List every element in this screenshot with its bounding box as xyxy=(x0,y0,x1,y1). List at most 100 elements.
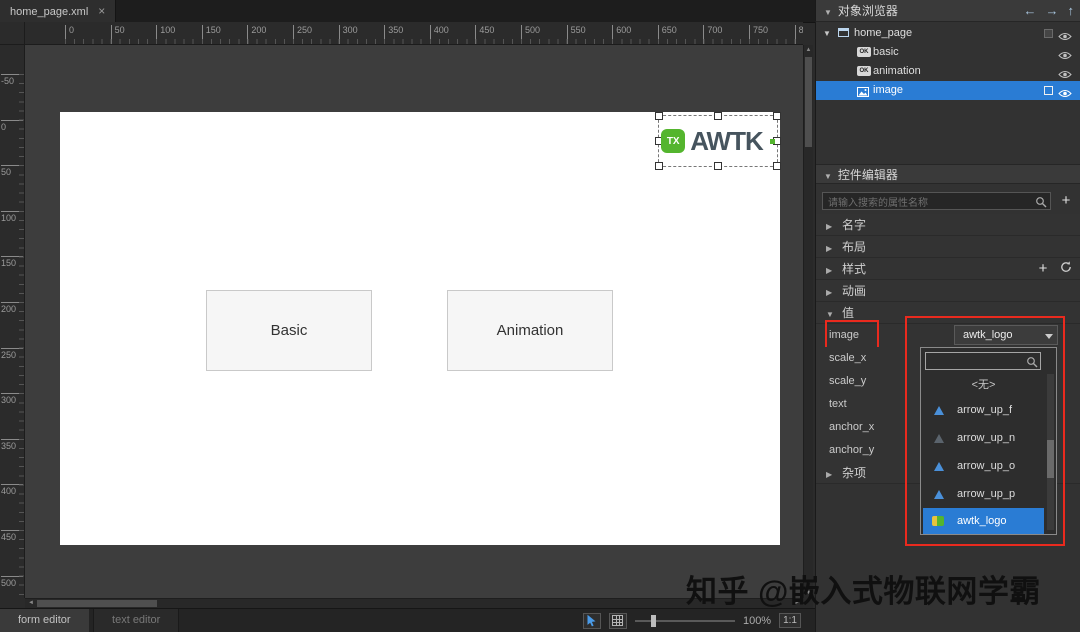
tree-item-basic[interactable]: basic xyxy=(816,43,1080,62)
ruler-tick: 450 xyxy=(475,25,494,45)
property-name-anchor-x: anchor_x xyxy=(829,416,875,439)
ruler-tick: 600 xyxy=(612,25,631,45)
ruler-tick: 450 xyxy=(1,530,23,542)
back-arrow-icon[interactable]: ← xyxy=(1024,0,1037,22)
tab-form-editor[interactable]: form editor xyxy=(0,609,89,632)
ruler-vertical: -50050100150200250300350400450500 xyxy=(0,45,25,598)
section-label: 动画 xyxy=(842,284,866,298)
property-name-anchor-y: anchor_y xyxy=(829,439,875,462)
option-arrow-up-o[interactable]: arrow_up_o xyxy=(923,452,1044,480)
dropdown-search-input[interactable] xyxy=(926,356,1040,372)
zoom-slider[interactable] xyxy=(635,620,735,622)
zoom-level-label: 100% xyxy=(743,615,771,627)
tree-item-animation[interactable]: animation xyxy=(816,62,1080,81)
pointer-tool-button[interactable] xyxy=(583,613,601,629)
property-search-input[interactable] xyxy=(823,196,1050,212)
canvas-vertical-scrollbar[interactable]: ▲ ▼ xyxy=(803,45,813,598)
option-label: <无> xyxy=(972,379,996,391)
tree-item-label: basic xyxy=(873,43,899,62)
refresh-icon[interactable] xyxy=(1060,258,1072,280)
option-arrow-up-f[interactable]: arrow_up_f xyxy=(923,396,1044,424)
image-value-dropdown[interactable]: awtk_logo xyxy=(954,325,1058,345)
ruler-tick: 300 xyxy=(1,393,23,405)
design-page[interactable]: Basic Animation TX AWTK xyxy=(60,112,780,545)
ruler-tick: 250 xyxy=(293,25,312,45)
animation-button[interactable]: Animation xyxy=(447,290,613,371)
expand-arrow-icon[interactable]: ▼ xyxy=(823,24,831,43)
grid-toggle-button[interactable] xyxy=(609,613,627,629)
ruler-tick: 200 xyxy=(1,302,23,314)
section-label: 名字 xyxy=(842,218,866,232)
tab-home-page-xml[interactable]: home_page.xml× xyxy=(0,0,116,22)
chevron-right-icon: ▶ xyxy=(826,282,835,304)
scroll-down-icon[interactable]: ▼ xyxy=(804,590,813,596)
lock-box[interactable] xyxy=(1044,29,1053,38)
forward-arrow-icon[interactable]: → xyxy=(1046,0,1059,22)
object-browser-toolbar: ← → ↑ xyxy=(1024,0,1075,22)
section-label: 样式 xyxy=(842,262,866,276)
property-name-text: text xyxy=(829,393,875,416)
lock-box[interactable] xyxy=(1044,86,1053,95)
up-arrow-icon[interactable]: ↑ xyxy=(1068,0,1075,22)
tree-item-label: home_page xyxy=(854,24,912,43)
image-widget-icon xyxy=(857,85,869,104)
option-arrow-up-p[interactable]: arrow_up_p xyxy=(923,480,1044,508)
section-layout[interactable]: ▶布局 xyxy=(816,236,1080,258)
zoom-slider-handle[interactable] xyxy=(651,615,656,627)
option-none[interactable]: <无> xyxy=(923,374,1044,396)
tab-text-editor[interactable]: text editor xyxy=(93,609,179,632)
scroll-right-icon[interactable]: ► xyxy=(794,600,800,606)
scrollbar-corner xyxy=(803,598,813,608)
dropdown-selected-value: awtk_logo xyxy=(963,329,1013,341)
ruler-tick: 100 xyxy=(1,211,23,223)
awtk-logo-image[interactable]: TX AWTK xyxy=(659,116,777,166)
chevron-down-icon xyxy=(1045,334,1053,339)
design-canvas[interactable]: Basic Animation TX AWTK xyxy=(25,45,803,598)
selected-image-widget[interactable]: TX AWTK xyxy=(658,115,778,167)
section-value[interactable]: ▼值 xyxy=(816,302,1080,324)
option-arrow-up-n[interactable]: arrow_up_n xyxy=(923,424,1044,452)
search-icon xyxy=(1026,355,1038,373)
arrow-up-icon xyxy=(934,462,944,471)
grid-icon xyxy=(612,615,623,626)
widget-editor-header: ▼ 控件编辑器 xyxy=(816,164,1080,184)
awtk-logo-badge: TX xyxy=(661,129,685,153)
property-row-image[interactable]: image awtk_logo xyxy=(816,324,1080,347)
tree-item-label: image xyxy=(873,81,903,100)
zoom-controls: 100% 1:1 xyxy=(583,609,801,632)
scroll-up-icon[interactable]: ▲ xyxy=(804,47,813,53)
basic-button[interactable]: Basic xyxy=(206,290,372,371)
ruler-tick: 400 xyxy=(430,25,449,45)
dropdown-scroll-thumb[interactable] xyxy=(1047,440,1054,478)
ruler-tick: 700 xyxy=(703,25,722,45)
option-label: awtk_logo xyxy=(957,515,1007,527)
object-browser-title: 对象浏览器 xyxy=(838,4,898,18)
dropdown-scrollbar[interactable] xyxy=(1047,374,1054,530)
scroll-left-icon[interactable]: ◄ xyxy=(28,600,34,606)
search-icon xyxy=(1035,195,1047,213)
collapse-arrow-icon[interactable]: ▼ xyxy=(824,8,832,17)
document-tab-bar: home_page.xml× xyxy=(0,0,815,23)
add-property-button[interactable]: + xyxy=(1058,193,1074,209)
option-awtk-logo[interactable]: awtk_logo xyxy=(923,508,1044,534)
property-name-scale-y: scale_y xyxy=(829,370,875,393)
widget-editor-title: 控件编辑器 xyxy=(838,168,898,182)
canvas-horizontal-scrollbar[interactable]: ◄ ► xyxy=(25,598,803,608)
object-browser-header: ▼ 对象浏览器 ← → ↑ xyxy=(815,0,1080,22)
eye-icon[interactable] xyxy=(1058,86,1072,105)
add-style-button[interactable]: + xyxy=(1035,261,1051,277)
section-style[interactable]: ▶样式 + xyxy=(816,258,1080,280)
tree-item-image[interactable]: image xyxy=(816,81,1080,100)
tree-item-home-page[interactable]: ▼ home_page xyxy=(816,24,1080,43)
vertical-scroll-thumb[interactable] xyxy=(805,57,812,147)
ruler-tick: 500 xyxy=(521,25,540,45)
horizontal-scroll-thumb[interactable] xyxy=(37,600,157,607)
zoom-reset-button[interactable]: 1:1 xyxy=(779,613,801,628)
ruler-horizontal: 0501001502002503003504004505005506006507… xyxy=(25,22,803,45)
section-animation[interactable]: ▶ 动画 xyxy=(816,280,1080,302)
collapse-arrow-icon[interactable]: ▼ xyxy=(824,172,832,181)
ruler-tick: 100 xyxy=(156,25,175,45)
dropdown-option-list: <无> arrow_up_f arrow_up_n arrow_up_o arr… xyxy=(923,374,1044,532)
section-name[interactable]: ▶名字 xyxy=(816,214,1080,236)
close-icon[interactable]: × xyxy=(98,4,105,18)
